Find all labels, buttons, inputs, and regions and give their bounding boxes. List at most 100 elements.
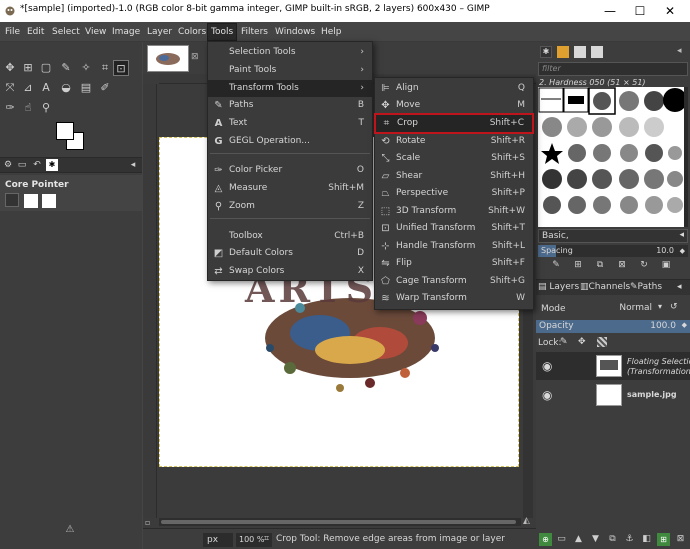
layer-row[interactable]: ◉ sample.jpg bbox=[536, 381, 690, 409]
menu-item-rotate[interactable]: ⟲ Rotate Shift+R bbox=[375, 133, 533, 150]
layer-visibility-eye-icon[interactable]: ◉ bbox=[542, 388, 552, 402]
gradient-icon[interactable]: ▤ bbox=[78, 80, 94, 96]
zoom-tool-icon[interactable]: ⚲ bbox=[38, 100, 54, 116]
warp-tool-icon[interactable]: ⤧ bbox=[2, 80, 18, 96]
foreground-color-swatch[interactable] bbox=[56, 122, 74, 140]
menu-windows[interactable]: Windows bbox=[272, 24, 318, 40]
open-brush-icon[interactable]: ▣ bbox=[660, 259, 672, 271]
gradients-tab-icon[interactable] bbox=[591, 46, 603, 58]
menu-layer[interactable]: Layer bbox=[144, 24, 175, 40]
menu-item-swap-colors[interactable]: ⇄ Swap Colors X bbox=[208, 263, 372, 280]
text-tool-icon[interactable]: A bbox=[38, 80, 54, 96]
menu-image[interactable]: Image bbox=[109, 24, 143, 40]
image-tab-thumbnail[interactable] bbox=[147, 45, 189, 72]
fuzzy-select-icon[interactable]: ✧ bbox=[78, 60, 94, 76]
opacity-slider[interactable]: Opacity 100.0 ◆ bbox=[536, 320, 690, 333]
layer-visibility-eye-icon[interactable]: ◉ bbox=[542, 359, 552, 373]
lock-pixels-icon[interactable]: ✎ bbox=[560, 337, 568, 347]
menu-view[interactable]: View bbox=[82, 24, 109, 40]
raise-layer-icon[interactable]: ▲ bbox=[572, 533, 585, 546]
crop-tool-icon[interactable]: ⌗ bbox=[97, 60, 113, 76]
brush-grid[interactable] bbox=[538, 87, 684, 227]
menu-item-scale[interactable]: ⤡ Scale Shift+S bbox=[375, 150, 533, 167]
transform-tool-icon[interactable]: ⊡ bbox=[113, 60, 129, 76]
new-layer-icon[interactable]: ⊕ bbox=[539, 533, 552, 546]
menu-item-3d-transform[interactable]: ⬚ 3D Transform Shift+W bbox=[375, 203, 533, 220]
menu-item-measure[interactable]: ◬ Measure Shift+M bbox=[208, 180, 372, 197]
menu-item-shear[interactable]: ▱ Shear Shift+H bbox=[375, 168, 533, 185]
left-dock-bottom-icon[interactable]: ⚠ bbox=[64, 524, 76, 536]
image-tab-close-icon[interactable]: ⊠ bbox=[191, 52, 201, 62]
tab-layers[interactable]: ▤ Layers bbox=[538, 282, 579, 292]
minimize-button[interactable]: — bbox=[595, 0, 625, 22]
menu-item-transform-tools[interactable]: Transform Tools › bbox=[208, 80, 372, 97]
spacing-slider[interactable]: Spacing 10.0 ◆ bbox=[538, 245, 688, 257]
menu-colors[interactable]: Colors bbox=[175, 24, 209, 40]
menu-select[interactable]: Select bbox=[49, 24, 83, 40]
brush-scrollbar[interactable] bbox=[684, 87, 688, 227]
menu-item-color-picker[interactable]: ✑ Color Picker O bbox=[208, 162, 372, 179]
tool-options-tab-icon[interactable]: ⚙ bbox=[1, 158, 15, 172]
menu-item-paint-tools[interactable]: Paint Tools › bbox=[208, 62, 372, 79]
mode-reset-icon[interactable]: ↺ bbox=[670, 302, 678, 312]
menu-item-perspective[interactable]: ⏢ Perspective Shift+P bbox=[375, 185, 533, 202]
lock-position-icon[interactable]: ✥ bbox=[578, 337, 586, 347]
patterns-tab-icon[interactable] bbox=[557, 46, 569, 58]
configure-tab-icon[interactable]: ◂ bbox=[126, 158, 140, 172]
menu-item-paths[interactable]: ✎ Paths B bbox=[208, 97, 372, 114]
menu-item-selection-tools[interactable]: Selection Tools › bbox=[208, 44, 372, 61]
move-tool-icon[interactable]: ✥ bbox=[2, 60, 18, 76]
delete-brush-icon[interactable]: ⊠ bbox=[616, 259, 628, 271]
new-brush-icon[interactable]: ⊞ bbox=[572, 259, 584, 271]
menu-item-flip[interactable]: ⇋ Flip Shift+F bbox=[375, 255, 533, 272]
edit-brush-icon[interactable]: ✎ bbox=[550, 259, 562, 271]
brush-preset-field[interactable]: Basic, ◂ bbox=[538, 229, 688, 243]
menu-file[interactable]: File bbox=[2, 24, 23, 40]
menu-item-zoom[interactable]: ⚲ Zoom Z bbox=[208, 198, 372, 215]
fonts-tab-icon[interactable] bbox=[574, 46, 586, 58]
menu-item-handle-transform[interactable]: ⊹ Handle Transform Shift+L bbox=[375, 238, 533, 255]
mode-select[interactable]: Normal ▾ bbox=[596, 301, 662, 315]
anchor-layer-icon[interactable]: ⚓ bbox=[623, 533, 636, 546]
duplicate-layer-icon[interactable]: ⧉ bbox=[606, 533, 619, 546]
menu-tools[interactable]: Tools bbox=[206, 23, 238, 41]
menu-item-warp-transform[interactable]: ≋ Warp Transform W bbox=[375, 290, 533, 307]
menu-item-crop[interactable]: ⌗ Crop Shift+C bbox=[374, 113, 534, 134]
align-tool-icon[interactable]: ⊞ bbox=[20, 60, 36, 76]
brush-filter-input[interactable]: filter bbox=[538, 62, 688, 76]
menu-filters[interactable]: Filters bbox=[238, 24, 271, 40]
navigate-icon[interactable]: ◭ bbox=[523, 516, 530, 526]
menu-item-gegl-operation[interactable]: G GEGL Operation... bbox=[208, 133, 372, 150]
menu-item-toolbox[interactable]: Toolbox Ctrl+B bbox=[208, 228, 372, 245]
menu-item-unified-transform[interactable]: ⊡ Unified Transform Shift+T bbox=[375, 220, 533, 237]
new-group-icon[interactable]: ▭ bbox=[555, 533, 568, 546]
unit-select[interactable]: px bbox=[203, 533, 233, 547]
device-status-tab-icon[interactable]: ▭ bbox=[15, 158, 29, 172]
lower-layer-icon[interactable]: ▼ bbox=[589, 533, 602, 546]
delete-layer-icon[interactable]: ⊠ bbox=[674, 533, 687, 546]
mask-layer-icon[interactable]: ◧ bbox=[640, 533, 653, 546]
smudge-icon[interactable]: ☝ bbox=[20, 100, 36, 116]
undo-history-tab-icon[interactable]: ↶ bbox=[30, 158, 44, 172]
duplicate-brush-icon[interactable]: ⧉ bbox=[594, 259, 606, 271]
rect-select-icon[interactable]: ▢ bbox=[38, 60, 54, 76]
tab-paths[interactable]: ✎Paths bbox=[630, 282, 662, 292]
lock-alpha-icon[interactable] bbox=[597, 337, 607, 347]
dock-menu-icon[interactable]: ◂ bbox=[677, 46, 682, 56]
paintbrush-icon[interactable]: ✐ bbox=[97, 80, 113, 96]
menu-item-default-colors[interactable]: ◩ Default Colors D bbox=[208, 245, 372, 262]
layer-attach-icon[interactable]: ⊞ bbox=[657, 533, 670, 546]
layers-dock-menu-icon[interactable]: ◂ bbox=[677, 282, 682, 292]
eraser-icon[interactable]: ✑ bbox=[2, 100, 18, 116]
horizontal-scrollbar[interactable] bbox=[159, 518, 521, 526]
maximize-button[interactable]: ☐ bbox=[625, 0, 655, 22]
images-tab-icon[interactable]: ✱ bbox=[46, 159, 58, 171]
free-select-icon[interactable]: ✎ bbox=[58, 60, 74, 76]
menu-item-text[interactable]: A Text T bbox=[208, 115, 372, 132]
close-button[interactable]: ✕ bbox=[655, 0, 685, 22]
quick-mask-icon[interactable]: ▫ bbox=[145, 518, 150, 527]
refresh-brushes-icon[interactable]: ↻ bbox=[638, 259, 650, 271]
brushes-tab-icon[interactable]: ✱ bbox=[540, 46, 552, 58]
menu-help[interactable]: Help bbox=[318, 24, 345, 40]
menu-edit[interactable]: Edit bbox=[24, 24, 47, 40]
